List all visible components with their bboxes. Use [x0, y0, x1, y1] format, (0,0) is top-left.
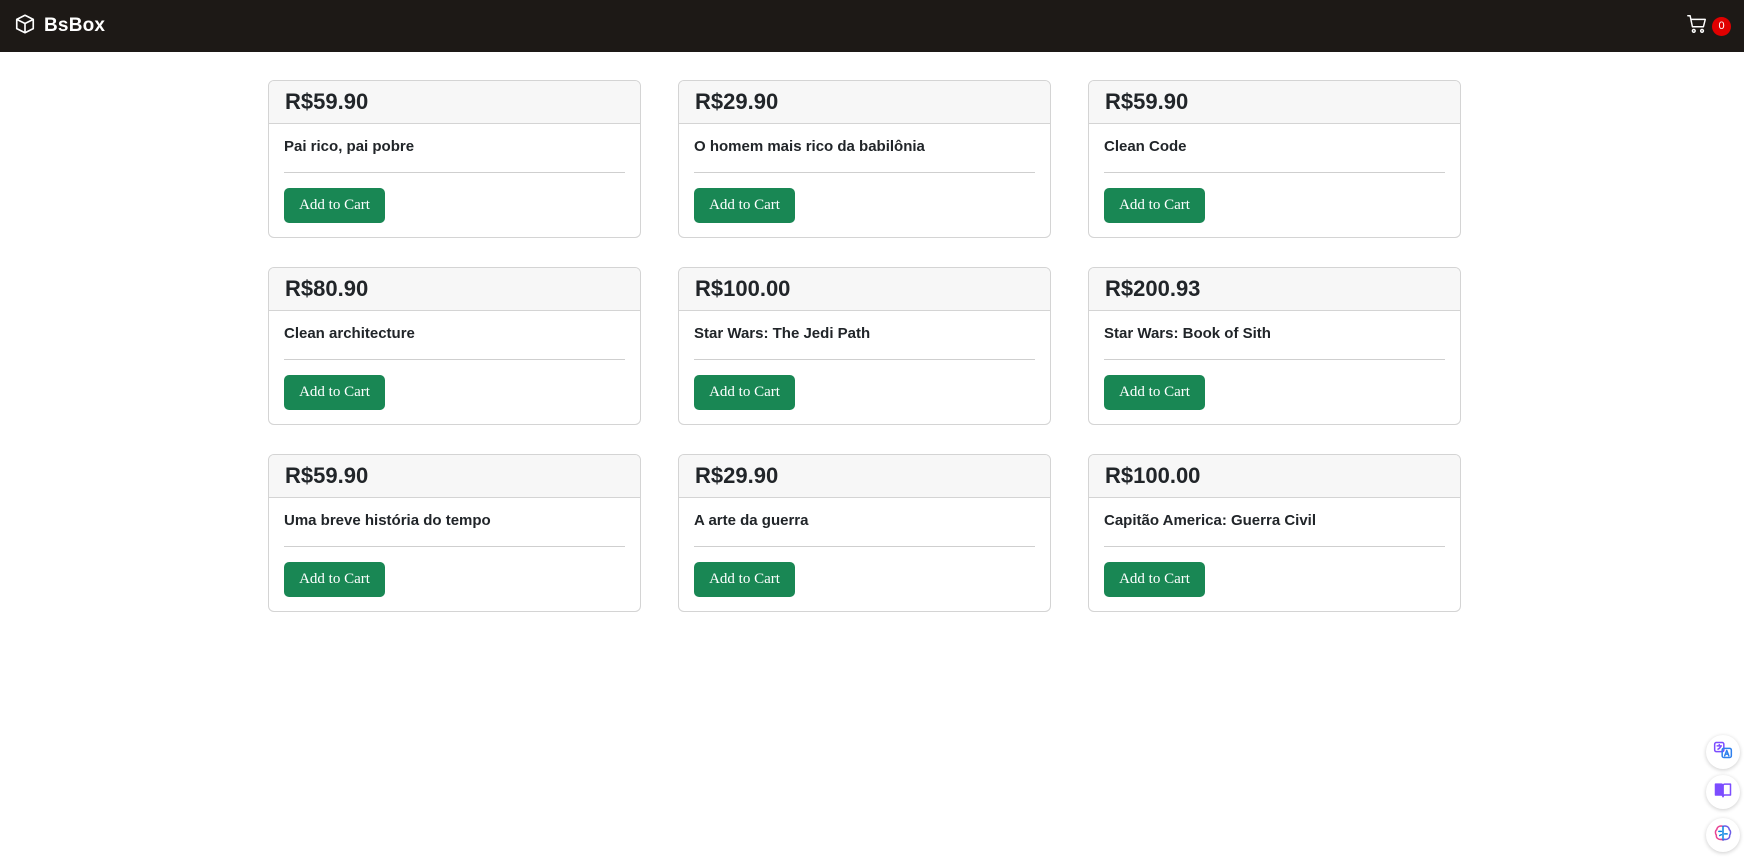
add-to-cart-button[interactable]: Add to Cart: [284, 188, 385, 223]
card-divider: [694, 359, 1035, 360]
add-to-cart-button[interactable]: Add to Cart: [284, 562, 385, 597]
card-body: O homem mais rico da babilônia Add to Ca…: [679, 124, 1050, 223]
card-body: Pai rico, pai pobre Add to Cart: [269, 124, 640, 223]
card-divider: [1104, 359, 1445, 360]
product-price: R$29.90: [695, 463, 779, 488]
product-title: A arte da guerra: [694, 512, 809, 529]
add-to-cart-button[interactable]: Add to Cart: [1104, 562, 1205, 597]
card-body: Star Wars: Book of Sith Add to Cart: [1089, 311, 1460, 410]
translate-tool-button[interactable]: [1706, 735, 1740, 769]
add-to-cart-button[interactable]: Add to Cart: [1104, 188, 1205, 223]
card-header: R$100.00: [679, 268, 1050, 311]
card-header: R$200.93: [1089, 268, 1460, 311]
product-title: Star Wars: Book of Sith: [1104, 325, 1271, 342]
product-price: R$100.00: [695, 276, 791, 301]
product-card: R$59.90 Clean Code Add to Cart: [1088, 80, 1461, 238]
product-title: Capitão America: Guerra Civil: [1104, 512, 1317, 529]
card-header: R$80.90: [269, 268, 640, 311]
product-grid: R$59.90 Pai rico, pai pobre Add to Cart …: [268, 80, 1461, 612]
product-title: Clean architecture: [284, 325, 415, 342]
product-card: R$29.90 O homem mais rico da babilônia A…: [678, 80, 1051, 238]
product-card: R$59.90 Pai rico, pai pobre Add to Cart: [268, 80, 641, 238]
card-header: R$29.90: [679, 81, 1050, 124]
cart-count-badge: 0: [1712, 16, 1731, 36]
cart-icon: [1686, 13, 1708, 40]
product-price: R$59.90: [1105, 89, 1189, 114]
product-card: R$200.93 Star Wars: Book of Sith Add to …: [1088, 267, 1461, 425]
card-divider: [284, 359, 625, 360]
brain-icon: [1713, 823, 1733, 848]
product-title: Pai rico, pai pobre: [284, 138, 415, 155]
card-header: R$59.90: [1089, 81, 1460, 124]
card-body: Clean Code Add to Cart: [1089, 124, 1460, 223]
brand-link[interactable]: BsBox: [14, 13, 105, 40]
product-title: Star Wars: The Jedi Path: [694, 325, 871, 342]
card-body: Star Wars: The Jedi Path Add to Cart: [679, 311, 1050, 410]
ai-tool-button[interactable]: [1706, 818, 1740, 852]
card-divider: [1104, 546, 1445, 547]
brand-name: BsBox: [44, 15, 106, 36]
add-to-cart-button[interactable]: Add to Cart: [284, 375, 385, 410]
product-title: Clean Code: [1104, 138, 1187, 155]
product-price: R$80.90: [285, 276, 369, 301]
product-card: R$59.90 Uma breve história do tempo Add …: [268, 454, 641, 612]
card-divider: [694, 172, 1035, 173]
card-body: Uma breve história do tempo Add to Cart: [269, 498, 640, 597]
book-reader-icon: [1713, 780, 1733, 805]
card-divider: [694, 546, 1035, 547]
product-price: R$29.90: [695, 89, 779, 114]
product-card: R$100.00 Star Wars: The Jedi Path Add to…: [678, 267, 1051, 425]
card-header: R$29.90: [679, 455, 1050, 498]
cart-button[interactable]: 0: [1686, 13, 1731, 40]
card-header: R$100.00: [1089, 455, 1460, 498]
card-body: Capitão America: Guerra Civil Add to Car…: [1089, 498, 1460, 597]
card-body: Clean architecture Add to Cart: [269, 311, 640, 410]
card-header: R$59.90: [269, 455, 640, 498]
reader-tool-button[interactable]: [1706, 775, 1740, 809]
box-icon: [14, 13, 36, 40]
card-divider: [284, 546, 625, 547]
translate-icon: [1713, 740, 1733, 765]
add-to-cart-button[interactable]: Add to Cart: [694, 375, 795, 410]
product-price: R$200.93: [1105, 276, 1201, 301]
product-price: R$59.90: [285, 463, 369, 488]
card-body: A arte da guerra Add to Cart: [679, 498, 1050, 597]
product-card: R$29.90 A arte da guerra Add to Cart: [678, 454, 1051, 612]
add-to-cart-button[interactable]: Add to Cart: [1104, 375, 1205, 410]
card-header: R$59.90: [269, 81, 640, 124]
top-navbar: BsBox 0: [0, 0, 1744, 52]
product-title: Uma breve história do tempo: [284, 512, 491, 529]
product-price: R$100.00: [1105, 463, 1201, 488]
product-title: O homem mais rico da babilônia: [694, 138, 925, 155]
product-price: R$59.90: [285, 89, 369, 114]
card-divider: [284, 172, 625, 173]
add-to-cart-button[interactable]: Add to Cart: [694, 562, 795, 597]
card-divider: [1104, 172, 1445, 173]
product-card: R$100.00 Capitão America: Guerra Civil A…: [1088, 454, 1461, 612]
product-card: R$80.90 Clean architecture Add to Cart: [268, 267, 641, 425]
add-to-cart-button[interactable]: Add to Cart: [694, 188, 795, 223]
